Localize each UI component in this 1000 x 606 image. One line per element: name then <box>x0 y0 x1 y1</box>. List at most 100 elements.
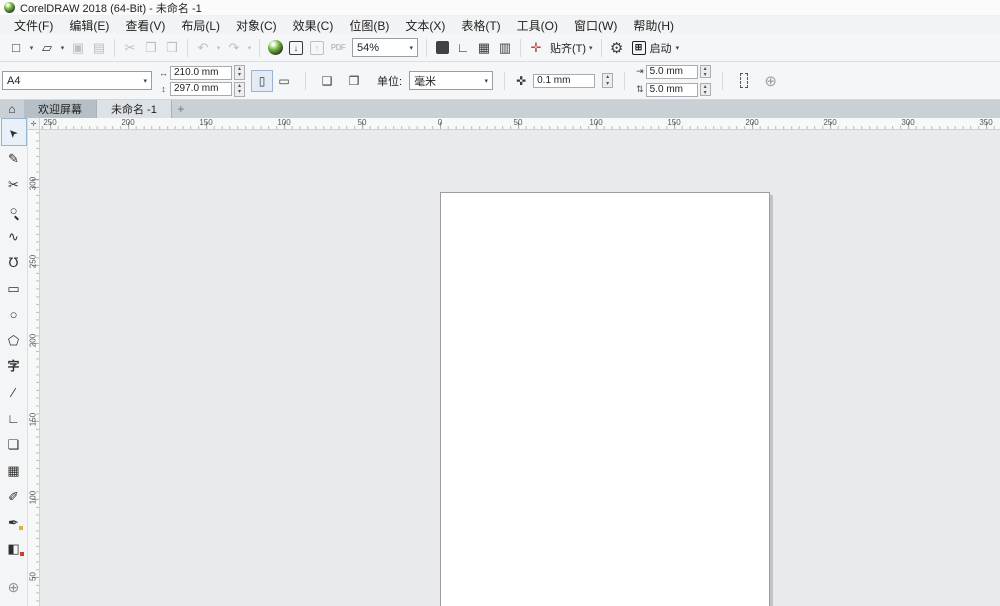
menu-table[interactable]: 表格(T) <box>453 16 508 35</box>
menu-bitmaps[interactable]: 位图(B) <box>341 16 397 35</box>
menu-edit[interactable]: 编辑(E) <box>61 16 117 35</box>
chevron-down-icon: ▾ <box>589 44 593 52</box>
fullscreen-preview-button[interactable] <box>432 37 452 59</box>
add-control-button[interactable]: ⊕ <box>761 71 781 91</box>
tool-eyedropper[interactable]: ✐ <box>2 483 26 509</box>
chevron-down-icon: ▾ <box>143 77 147 85</box>
stepper-down-icon[interactable]: ▾ <box>701 72 710 78</box>
cut-button[interactable]: ✂ <box>120 37 140 59</box>
zoom-level-combobox[interactable]: 54% ▾ <box>352 38 418 57</box>
page-size-combobox[interactable]: A4 ▾ <box>2 71 152 90</box>
show-grid-button[interactable]: ▦ <box>474 37 494 59</box>
stepper-down-icon[interactable]: ▾ <box>235 72 244 79</box>
tool-shape[interactable]: ✎ <box>2 145 26 171</box>
tool-transparency[interactable]: ▦ <box>2 457 26 483</box>
tool-drop-shadow[interactable]: ❏ <box>2 431 26 457</box>
units-combobox[interactable]: 毫米 ▾ <box>409 71 494 90</box>
tool-freehand[interactable]: ∿ <box>2 223 26 249</box>
launch-button[interactable]: ⊞ 启动 ▾ <box>628 40 684 56</box>
ruler-label: 150 <box>667 118 681 127</box>
tool-more-tools[interactable]: ⊕ <box>2 574 26 600</box>
open-dropdown[interactable]: ▾ <box>58 37 67 59</box>
menu-layout[interactable]: 布局(L) <box>173 16 228 35</box>
polygon-tool-icon: ⬠ <box>7 332 20 348</box>
tool-zoom[interactable]: ○ <box>2 197 26 223</box>
publish-pdf-button[interactable]: PDF <box>328 37 348 59</box>
snap-toggle-button[interactable]: ✛ <box>526 37 546 59</box>
menu-help[interactable]: 帮助(H) <box>625 16 682 35</box>
open-button[interactable]: ▱ <box>37 37 57 59</box>
paste-button[interactable]: ❒ <box>162 37 182 59</box>
tool-rectangle[interactable]: ▭ <box>2 275 26 301</box>
chevron-down-icon: ▾ <box>675 44 680 52</box>
text-tool-icon: 字 <box>7 359 20 373</box>
menu-text[interactable]: 文本(X) <box>397 16 453 35</box>
drawing-canvas[interactable] <box>40 130 1000 606</box>
show-rulers-button[interactable]: ∟ <box>453 37 473 59</box>
home-button[interactable]: ⌂ <box>0 100 24 118</box>
tab-untitled-document[interactable]: 未命名 -1 <box>97 100 172 118</box>
undo-dropdown[interactable]: ▾ <box>214 37 223 59</box>
menu-tools[interactable]: 工具(O) <box>509 16 566 35</box>
redo-dropdown[interactable]: ▾ <box>245 37 254 59</box>
duplicate-x-field[interactable]: 5.0 mm <box>645 64 698 79</box>
page-height-field[interactable]: 297.0 mm <box>170 81 232 96</box>
snap-dropdown[interactable]: 贴齐(T) ▾ <box>547 40 596 56</box>
print-button[interactable]: ▤ <box>89 37 109 59</box>
new-document-button[interactable]: □ <box>6 37 26 59</box>
menu-window[interactable]: 窗口(W) <box>566 16 625 35</box>
tool-text[interactable]: 字 <box>2 353 26 379</box>
landscape-button[interactable]: ▭ <box>274 71 294 91</box>
menu-effects[interactable]: 效果(C) <box>285 16 342 35</box>
redo-button[interactable]: ↷ <box>224 37 244 59</box>
stepper-down-icon[interactable]: ▾ <box>701 90 710 96</box>
tool-polygon[interactable]: ⬠ <box>2 327 26 353</box>
undo-button[interactable]: ↶ <box>193 37 213 59</box>
tool-connector[interactable]: ∟ <box>2 405 26 431</box>
portrait-button[interactable]: ▯ <box>251 69 273 92</box>
new-tab-button[interactable]: + <box>172 100 190 118</box>
welcome-screen-button[interactable] <box>265 37 285 59</box>
show-guidelines-button[interactable]: ▥ <box>495 37 515 59</box>
duplicate-y-stepper[interactable]: ▴ ▾ <box>699 83 711 96</box>
tool-ellipse[interactable]: ○ <box>2 301 26 327</box>
tool-crop[interactable]: ✂ <box>2 171 26 197</box>
menu-file[interactable]: 文件(F) <box>6 16 61 35</box>
tool-b-spline[interactable]: ℧ <box>2 249 26 275</box>
tool-interactive-fill[interactable]: ◧ <box>2 535 26 561</box>
export-button[interactable]: ↑ <box>307 37 327 59</box>
tool-outline-pen[interactable]: ✒ <box>2 509 26 535</box>
all-pages-button[interactable]: ❑ <box>317 71 337 91</box>
toolbar-separator <box>114 38 115 57</box>
menu-view[interactable]: 查看(V) <box>117 16 173 35</box>
copy-button[interactable]: ❐ <box>141 37 161 59</box>
plus-icon: + <box>177 102 185 116</box>
menu-object[interactable]: 对象(C) <box>228 16 285 35</box>
vertical-ruler[interactable]: 300 250 200 150 100 50 <box>28 130 40 606</box>
duplicate-x-stepper[interactable]: ▴ ▾ <box>699 65 711 78</box>
ruler-label: 150 <box>28 412 38 427</box>
nudge-distance-field[interactable]: 0.1 mm <box>533 73 596 88</box>
chevron-down-icon: ▾ <box>484 77 489 85</box>
duplicate-y-field[interactable]: 5.0 mm <box>645 82 698 97</box>
app-window: CorelDRAW 2018 (64-Bit) - 未命名 -1 文件(F) 编… <box>0 0 1000 606</box>
current-page-button[interactable]: ❒ <box>344 71 364 91</box>
document-page <box>440 192 770 606</box>
page-height-stepper[interactable]: ▴ ▾ <box>234 81 245 97</box>
options-button[interactable]: ⚙ <box>607 37 627 59</box>
toolbar-separator <box>504 71 506 90</box>
ruler-label: 0 <box>437 118 443 127</box>
import-button[interactable]: ↓ <box>286 37 306 59</box>
tool-dimension[interactable]: ∕ <box>2 379 26 405</box>
tab-welcome-screen[interactable]: 欢迎屏幕 <box>24 100 97 118</box>
save-button[interactable]: ▣ <box>68 37 88 59</box>
page-width-stepper[interactable]: ▴ ▾ <box>234 64 245 80</box>
page-width-field[interactable]: 210.0 mm <box>170 65 232 80</box>
nudge-stepper[interactable]: ▴ ▾ <box>602 73 614 88</box>
tool-pick[interactable]: ➤ <box>0 118 27 146</box>
horizontal-ruler[interactable]: 250 200 150 100 50 0 50 100 150 200 250 … <box>40 118 1000 130</box>
stepper-down-icon[interactable]: ▾ <box>235 89 244 96</box>
new-document-dropdown[interactable]: ▾ <box>27 37 36 59</box>
stepper-down-icon[interactable]: ▾ <box>603 81 612 88</box>
treat-as-filled-button[interactable] <box>734 71 754 91</box>
